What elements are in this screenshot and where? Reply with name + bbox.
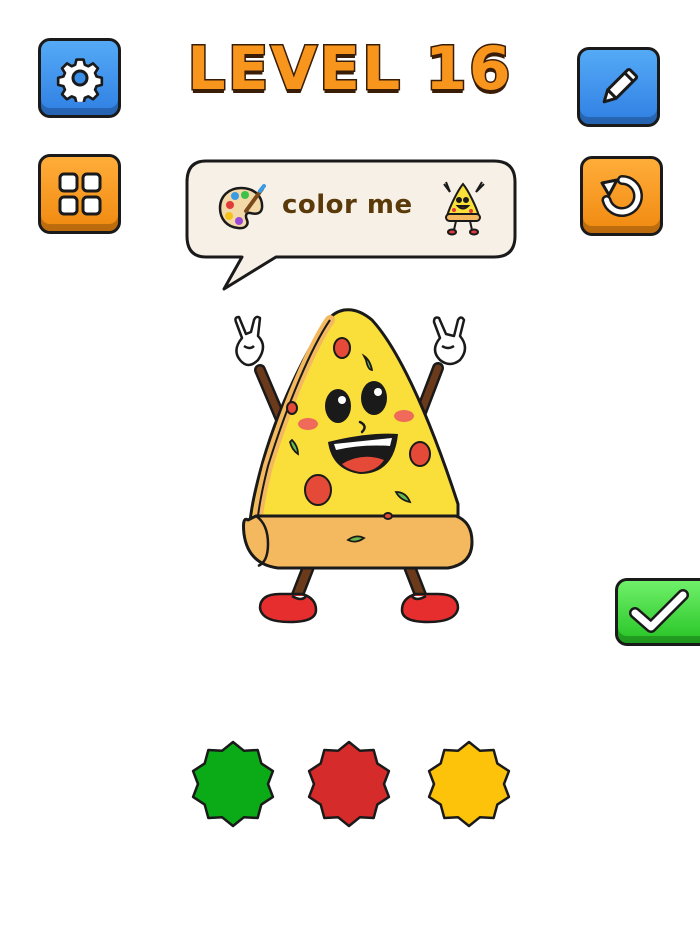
swatch-shape (427, 740, 511, 828)
color-swatch-red[interactable] (304, 739, 394, 829)
levels-button[interactable] (38, 154, 121, 234)
edit-button[interactable] (577, 47, 660, 127)
right-hand (432, 316, 467, 366)
pizza-character[interactable] (218, 306, 482, 630)
color-swatch-green[interactable] (188, 739, 278, 829)
gear-icon (56, 58, 103, 102)
swatch-shape (191, 740, 275, 828)
color-swatch-yellow[interactable] (424, 739, 514, 829)
swatch-shape (307, 740, 391, 828)
grid-icon (58, 172, 101, 216)
left-hand (234, 315, 265, 367)
settings-button[interactable] (38, 38, 121, 118)
confirm-button[interactable] (615, 578, 700, 646)
palette-icon (218, 184, 266, 230)
level-title: LEVEL 16 (186, 33, 513, 106)
restart-icon (600, 175, 643, 217)
mini-pizza-icon (443, 181, 485, 236)
checkmark-icon (629, 589, 689, 633)
hint-text: color me (282, 190, 413, 220)
pencil-icon (602, 67, 638, 104)
restart-button[interactable] (580, 156, 663, 236)
